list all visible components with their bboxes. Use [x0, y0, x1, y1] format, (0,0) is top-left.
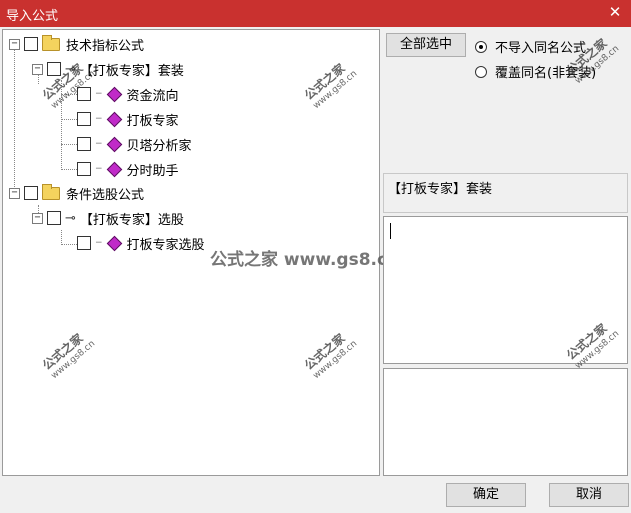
folder-icon — [42, 34, 60, 51]
tree-formula-item[interactable]: − 贝塔分析家 — [77, 133, 192, 155]
collapse-icon[interactable]: − — [9, 38, 20, 50]
formula-gem-icon — [106, 161, 122, 177]
collapse-icon[interactable]: − — [9, 187, 20, 199]
window-title: 导入公式 — [6, 9, 59, 24]
formula-label: 贝塔分析家 — [126, 138, 192, 154]
formula-label: 打板专家选股 — [126, 237, 205, 253]
connector: − — [95, 238, 102, 248]
title-bar: 导入公式 ✕ — [0, 0, 631, 27]
watermark-stamp: 公式之家 www.gs8.cn — [301, 331, 360, 382]
connector: − — [95, 164, 102, 174]
tree-suite-node[interactable]: − ⊸ 【打板专家】选股 — [32, 207, 184, 229]
tree-group-screening[interactable]: − 条件选股公式 — [9, 182, 144, 204]
group-checkbox[interactable] — [24, 186, 38, 200]
select-all-button[interactable]: 全部选中 — [386, 33, 466, 57]
radio-label: 不导入同名公式 — [495, 41, 587, 56]
formula-checkbox[interactable] — [77, 236, 91, 250]
group-checkbox[interactable] — [24, 37, 38, 51]
watermark-stamp: 公式之家 www.gs8.cn — [39, 331, 98, 382]
formula-checkbox[interactable] — [77, 162, 91, 176]
radio-icon[interactable] — [475, 40, 487, 53]
formula-description — [383, 368, 628, 476]
watermark-stamp: 公式之家 www.gs8.cn — [301, 61, 360, 112]
formula-gem-icon — [106, 136, 122, 152]
selected-formula-name: 【打板专家】套装 — [383, 173, 628, 213]
center-watermark: 公式之家 www.gs8.cn — [210, 250, 400, 270]
tree-formula-item[interactable]: − 打板专家选股 — [77, 232, 205, 254]
connector: − — [95, 114, 102, 124]
radio-icon[interactable] — [475, 65, 487, 78]
tree-formula-item[interactable]: − 分时助手 — [77, 158, 179, 180]
formula-label: 分时助手 — [126, 163, 179, 179]
connector: − — [95, 139, 102, 149]
formula-gem-icon — [106, 86, 122, 102]
formula-gem-icon — [106, 111, 122, 127]
tree-formula-item[interactable]: − 打板专家 — [77, 108, 179, 130]
folder-icon — [42, 183, 60, 200]
formula-checkbox[interactable] — [77, 112, 91, 126]
formula-gem-icon — [106, 235, 122, 251]
suite-checkbox[interactable] — [47, 211, 61, 225]
key-icon: ⊸ — [65, 210, 76, 226]
tree-group-indicators[interactable]: − 技术指标公式 — [9, 33, 144, 55]
formula-label: 打板专家 — [126, 113, 179, 129]
formula-label: 资金流向 — [126, 88, 179, 104]
suite-label: 【打板专家】选股 — [79, 212, 184, 228]
formula-checkbox[interactable] — [77, 137, 91, 151]
radio-no-import[interactable]: 不导入同名公式 — [475, 37, 586, 56]
close-icon[interactable]: ✕ — [605, 2, 625, 22]
tree-formula-item[interactable]: − 资金流向 — [77, 83, 179, 105]
collapse-icon[interactable]: − — [32, 63, 43, 75]
group-label: 条件选股公式 — [66, 187, 145, 203]
connector: − — [95, 89, 102, 99]
text-caret — [390, 223, 391, 239]
group-label: 技术指标公式 — [66, 38, 145, 54]
ok-button[interactable]: 确定 — [446, 483, 526, 507]
cancel-button[interactable]: 取消 — [549, 483, 629, 507]
collapse-icon[interactable]: − — [32, 212, 43, 224]
